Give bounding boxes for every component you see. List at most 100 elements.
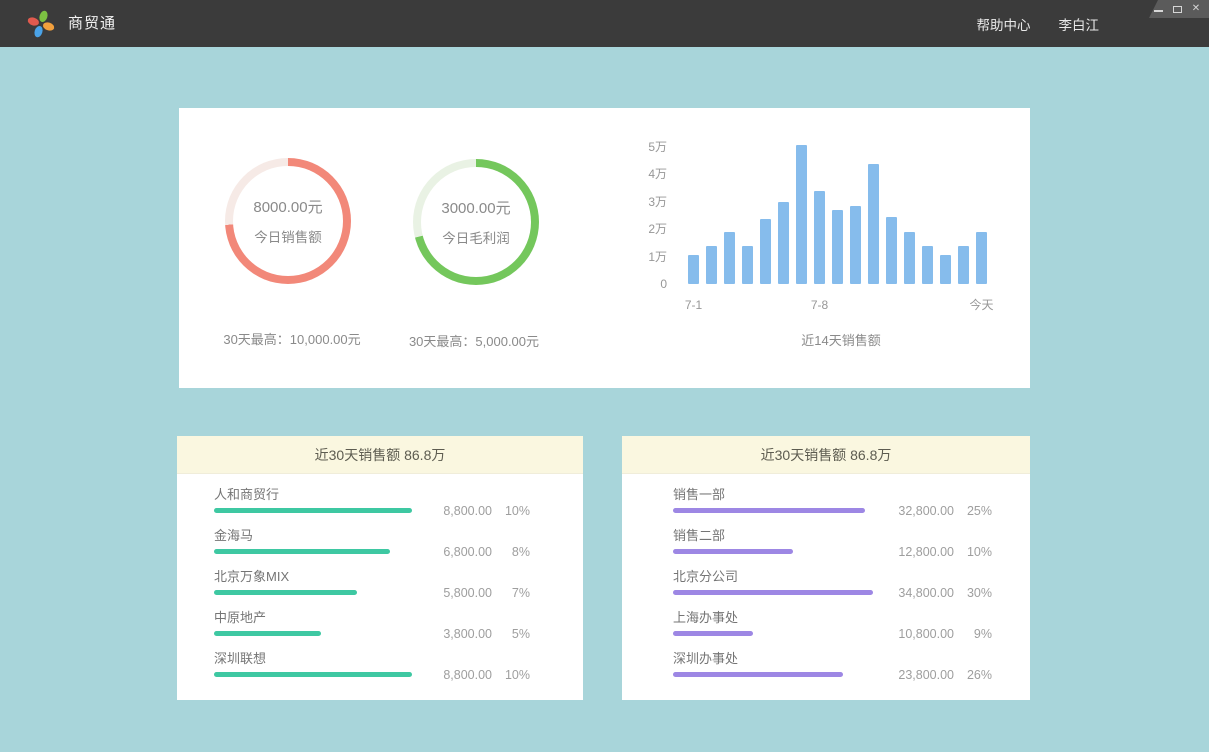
list-item: 销售二部12,800.0010% [673, 528, 992, 569]
y-axis-tick: 2万 [641, 221, 667, 237]
row-values: 3,800.00 5% [414, 627, 530, 641]
today-sales-label: 今日销售额 [254, 226, 322, 246]
department-card-title: 近30天销售额 86.8万 [622, 436, 1030, 474]
bar [922, 246, 933, 285]
bar [958, 246, 969, 285]
window-controls: ✕ [1149, 0, 1209, 18]
profit-30day-max-caption: 30天最高：5,000.00元 [361, 331, 587, 350]
progress-bar [673, 631, 753, 636]
row-label: 深圳联想 [214, 651, 530, 667]
row-percent: 9% [958, 627, 992, 641]
row-percent: 10% [496, 668, 530, 682]
row-percent: 30% [958, 586, 992, 600]
bar [868, 164, 879, 284]
row-amount: 32,800.00 [876, 504, 954, 518]
row-values: 5,800.00 7% [414, 586, 530, 600]
maximize-icon[interactable] [1171, 3, 1183, 15]
help-center-link[interactable]: 帮助中心 [977, 14, 1031, 34]
y-axis-tick: 0 [641, 276, 667, 292]
row-amount: 8,800.00 [414, 504, 492, 518]
progress-bar [214, 508, 412, 513]
bar [706, 246, 717, 285]
progress-track [214, 549, 412, 554]
progress-track [214, 631, 412, 636]
row-values: 23,800.00 26% [876, 668, 992, 682]
progress-bar [673, 508, 865, 513]
today-profit-donut-center: 3000.00元 今日毛利润 [421, 167, 531, 277]
bar [904, 232, 915, 284]
overview-card: 8000.00元 今日销售额 30天最高：10,000.00元 3000.00元… [179, 108, 1030, 388]
row-values: 12,800.0010% [876, 545, 992, 559]
title-bar: 商贸通 帮助中心 李白江 ✕ [0, 0, 1209, 47]
row-amount: 5,800.00 [414, 586, 492, 600]
progress-track [673, 508, 873, 513]
row-values: 34,800.00 30% [876, 586, 992, 600]
progress-bar [673, 672, 843, 677]
app-logo-icon [26, 9, 56, 39]
progress-track [214, 672, 412, 677]
y-axis-tick: 5万 [641, 139, 667, 155]
x-axis-tick: 7-8 [811, 297, 828, 313]
today-profit-donut: 3000.00元 今日毛利润 [413, 159, 539, 285]
department-ranking-card: 近30天销售额 86.8万 销售一部32,800.00 25% 销售二部12,800… [622, 436, 1030, 700]
list-item: 金海马6,800.00 8% [214, 528, 530, 569]
customer-card-title: 近30天销售额 86.8万 [177, 436, 583, 474]
department-list: 销售一部32,800.0025%销售二部12,800.0010%北京分公司34,… [622, 474, 1030, 692]
list-item: 人和商贸行8,800.0010% [214, 487, 530, 528]
user-name-link[interactable]: 李白江 [1059, 14, 1100, 34]
row-amount: 10,800.00 [876, 627, 954, 641]
progress-track [673, 631, 873, 636]
row-percent: 8% [496, 545, 530, 559]
customer-ranking-card: 近30天销售额 86.8万 人和商贸行8,800.0010%金海马6,800.0… [177, 436, 583, 700]
y-axis-tick: 1万 [641, 249, 667, 265]
list-item: 深圳办事处23,800.00 26% [673, 651, 992, 692]
y-axis-tick: 3万 [641, 194, 667, 210]
progress-bar [673, 549, 793, 554]
list-item: 中原地产3,800.00 5% [214, 610, 530, 651]
row-label: 深圳办事处 [673, 651, 992, 667]
progress-bar [214, 590, 357, 595]
row-amount: 6,800.00 [414, 545, 492, 559]
list-item: 上海办事处10,800.009% [673, 610, 992, 651]
today-sales-donut: 8000.00元 今日销售额 [225, 158, 351, 284]
row-label: 销售二部 [673, 528, 992, 544]
list-item: 北京分公司34,800.0030% [673, 569, 992, 610]
progress-bar [214, 631, 321, 636]
minimize-icon[interactable] [1152, 3, 1164, 15]
close-icon[interactable]: ✕ [1190, 3, 1202, 15]
row-label: 销售一部 [673, 487, 992, 503]
row-percent: 7% [496, 586, 530, 600]
row-values: 10,800.00 9% [876, 627, 992, 641]
row-label: 中原地产 [214, 610, 530, 626]
row-percent: 25% [958, 504, 992, 518]
app-title: 商贸通 [68, 0, 116, 47]
bar [832, 210, 843, 284]
row-amount: 23,800.00 [876, 668, 954, 682]
today-sales-value: 8000.00元 [253, 196, 322, 217]
row-percent: 26% [958, 668, 992, 682]
row-percent: 10% [958, 545, 992, 559]
list-item: 销售一部32,800.00 25% [673, 487, 992, 528]
row-label: 金海马 [214, 528, 530, 544]
progress-bar [214, 672, 412, 677]
list-item: 深圳联想8,800.0010% [214, 651, 530, 692]
bar [886, 217, 897, 284]
row-label: 人和商贸行 [214, 487, 530, 503]
progress-track [673, 672, 873, 677]
sales-bar-chart: 近14天销售额 01万2万3万4万5万7-17-8今天 [641, 138, 1011, 368]
x-axis-tick: 7-1 [685, 297, 702, 313]
bar [688, 255, 699, 284]
bar [796, 145, 807, 284]
row-percent: 5% [496, 627, 530, 641]
today-sales-donut-center: 8000.00元 今日销售额 [233, 166, 343, 276]
progress-bar [214, 549, 390, 554]
bar-chart-title: 近14天销售额 [688, 330, 994, 349]
today-profit-label: 今日毛利润 [442, 227, 510, 247]
row-amount: 34,800.00 [876, 586, 954, 600]
list-item: 北京万象MIX5,800.007% [214, 569, 530, 610]
row-amount: 3,800.00 [414, 627, 492, 641]
row-values: 6,800.00 8% [414, 545, 530, 559]
bar [724, 232, 735, 284]
bar [760, 219, 771, 284]
customer-list: 人和商贸行8,800.0010%金海马6,800.008%北京万象MIX5,80… [177, 474, 583, 692]
